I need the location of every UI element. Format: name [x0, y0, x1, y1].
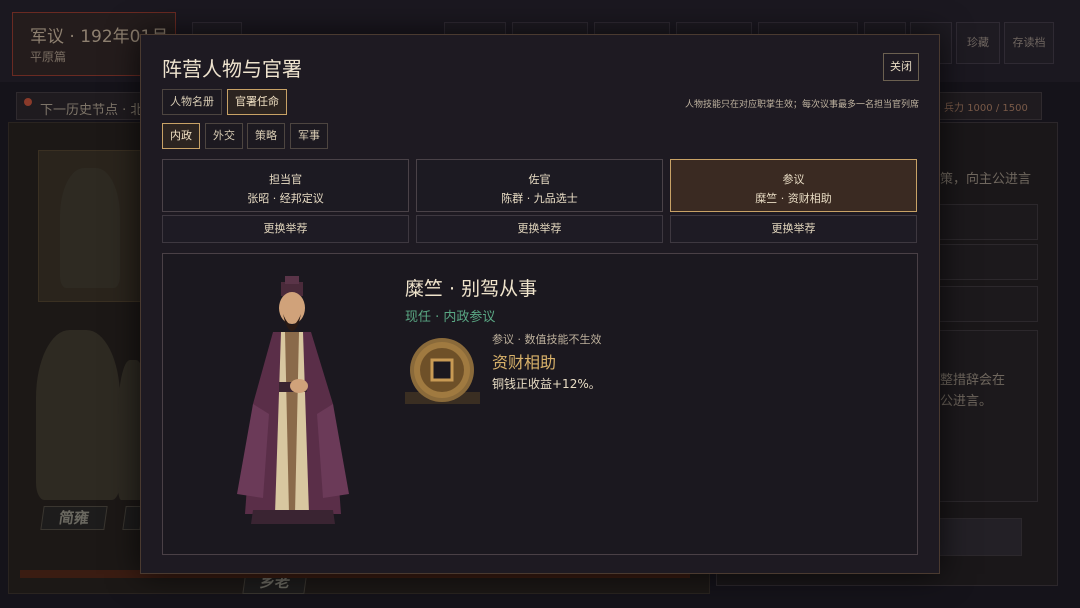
- faction-officials-dialog: 阵营人物与官署 关闭 人物名册 官署任命 人物技能只在对应职掌生效；每次议事最多…: [140, 34, 940, 574]
- skill-name: 资财相助: [492, 353, 557, 372]
- character-name: 糜竺 · 别驾从事: [405, 278, 538, 300]
- character-portrait: [237, 276, 349, 524]
- npc-name-tag[interactable]: 简雍: [40, 506, 108, 530]
- skill-note: 参议 · 数值技能不生效: [492, 333, 602, 346]
- troops-readout: 兵力 1000 / 1500: [944, 99, 1028, 114]
- advice-note: 整措辞会在: [940, 373, 1006, 388]
- advice-option[interactable]: [938, 244, 1038, 280]
- tab-diplomacy[interactable]: 外交: [205, 123, 243, 149]
- node-dot-icon: [24, 98, 32, 106]
- collection-button[interactable]: 珍藏: [956, 22, 1000, 64]
- character-detail-panel: 糜竺 · 别驾从事 现任 · 内政参议 参议 · 数值技能不生效 资财相助 铜钱…: [162, 253, 918, 555]
- advice-option[interactable]: [938, 286, 1038, 322]
- appointment-hint: 人物技能只在对应职掌生效；每次议事最多一名担当官列席: [684, 100, 919, 110]
- coin-icon: [405, 338, 480, 404]
- change-recommend-button[interactable]: 更换举荐: [670, 215, 917, 243]
- advice-note: 公进言。: [940, 394, 993, 409]
- npc-figure: [36, 330, 120, 500]
- tab-appointments[interactable]: 官署任命: [227, 89, 287, 115]
- troops-value: 1000 / 1500: [967, 103, 1028, 114]
- skill-effect: 铜钱正收益+12%。: [492, 377, 601, 391]
- chapter-subtitle: 平原篇: [30, 50, 67, 64]
- advisor-figure: [60, 168, 120, 288]
- save-load-button[interactable]: 存读档: [1004, 22, 1054, 64]
- troops-label: 兵力: [944, 103, 964, 114]
- character-status: 现任 · 内政参议: [405, 310, 496, 325]
- post-card-lead[interactable]: 担当官 张昭 · 经邦定议: [162, 159, 409, 212]
- post-holder: 陈群 · 九品选士: [501, 192, 578, 205]
- next-node-text: 下一历史节点 · 北: [40, 103, 144, 118]
- tab-strategy[interactable]: 策略: [247, 123, 285, 149]
- post-title: 担当官: [269, 173, 302, 186]
- post-card-deputy[interactable]: 佐官 陈群 · 九品选士: [416, 159, 663, 212]
- post-card-advisor[interactable]: 参议 糜竺 · 资财相助: [670, 159, 917, 212]
- post-holder: 糜竺 · 资财相助: [755, 192, 832, 205]
- dialog-title: 阵营人物与官署: [162, 57, 302, 81]
- post-title: 参议: [782, 173, 805, 186]
- advice-option[interactable]: [938, 204, 1038, 240]
- post-title: 佐官: [528, 173, 551, 186]
- change-recommend-button[interactable]: 更换举荐: [162, 215, 409, 243]
- tab-domestic[interactable]: 内政: [162, 123, 200, 149]
- advice-text: 策，向主公进言: [940, 172, 1032, 187]
- close-button[interactable]: 关闭: [883, 53, 919, 81]
- change-recommend-button[interactable]: 更换举荐: [416, 215, 663, 243]
- tab-roster[interactable]: 人物名册: [162, 89, 222, 115]
- post-holder: 张昭 · 经邦定议: [247, 192, 324, 205]
- tab-military[interactable]: 军事: [290, 123, 328, 149]
